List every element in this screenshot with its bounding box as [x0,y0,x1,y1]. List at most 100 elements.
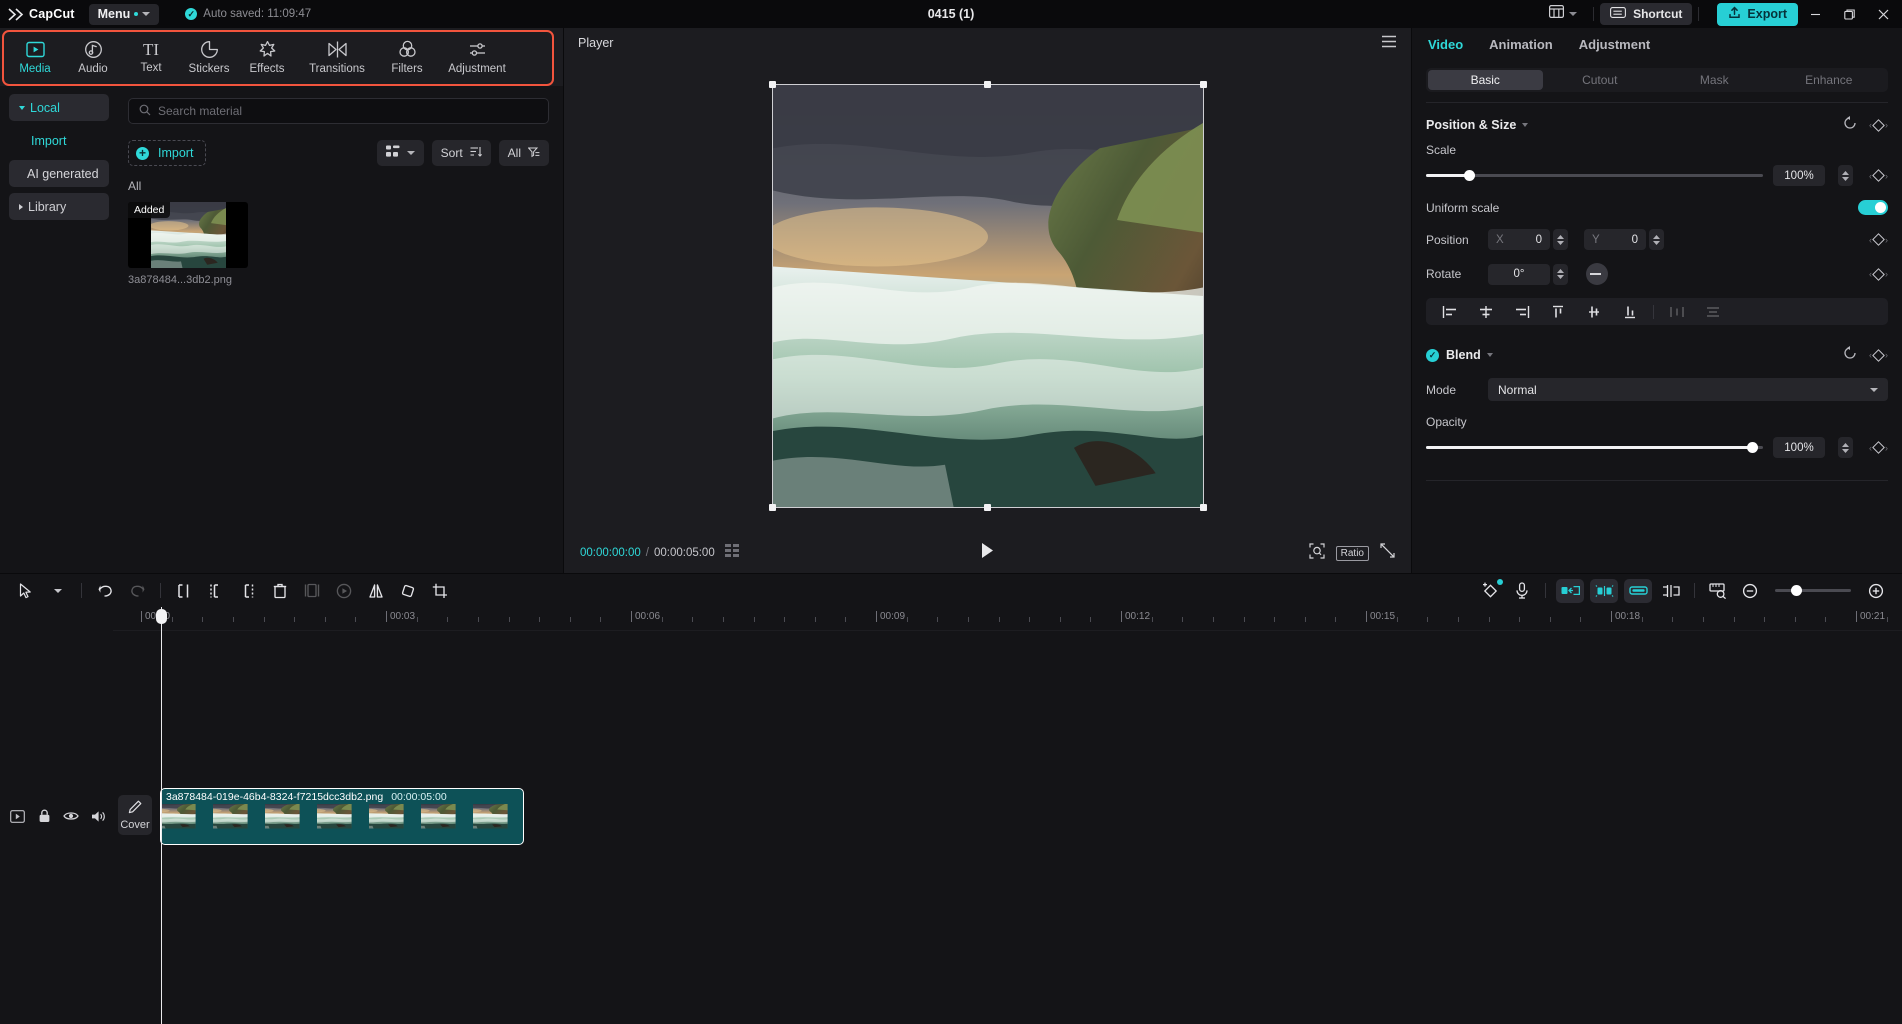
resize-handle-top-left[interactable] [768,80,776,88]
shortcut-button[interactable]: Shortcut [1600,3,1693,25]
resize-handle-bottom-center[interactable] [984,503,991,511]
tab-animation[interactable]: Animation [1489,37,1553,52]
nav-item-transitions[interactable]: Transitions [296,30,378,84]
preview-button[interactable] [328,577,360,605]
blend-checkbox[interactable]: ✓ [1426,348,1439,362]
sidebar-item-library[interactable]: Library [9,193,109,220]
split-right-button[interactable] [232,577,264,605]
keyframe-diamond-icon[interactable] [1872,441,1885,454]
rotate-button[interactable] [392,577,424,605]
rotate-dial[interactable] [1586,263,1608,285]
scale-value[interactable]: 100% [1773,165,1825,186]
position-x-stepper[interactable] [1553,229,1568,250]
blend-keyframe-control[interactable]: ‹ › [1869,348,1888,362]
rotate-stepper[interactable] [1553,263,1568,285]
keyframe-next-icon[interactable]: › [1885,443,1888,453]
nav-item-text[interactable]: TI Text [122,30,180,84]
media-card[interactable]: Added 3a878484...3db2.png [128,202,248,286]
track-mode-button[interactable] [8,807,26,825]
resize-handle-bottom-left[interactable] [768,503,776,511]
tool-dropdown-button[interactable] [42,577,74,605]
nav-item-media[interactable]: Media [6,30,64,84]
align-center-v-button[interactable] [1576,298,1612,325]
video-canvas[interactable] [772,84,1203,507]
visibility-button[interactable] [62,807,80,825]
keyframe-diamond-icon[interactable] [1872,118,1885,132]
segment-mask[interactable]: Mask [1657,70,1772,90]
sidebar-item-import[interactable]: Import [9,127,109,154]
export-button[interactable]: Export [1717,2,1798,26]
nav-item-filters[interactable]: Filters [378,30,436,84]
collapse-chevron-icon[interactable] [1486,353,1493,357]
media-thumbnail[interactable]: Added [128,202,248,268]
collapse-chevron-icon[interactable] [1522,123,1529,127]
split-left-button[interactable] [168,577,200,605]
filter-button[interactable]: All [498,140,549,166]
reset-button[interactable] [1843,345,1857,365]
freeze-frame-button[interactable] [296,577,328,605]
record-button[interactable] [1506,577,1538,605]
snap-button[interactable] [1702,577,1734,605]
search-input[interactable]: Search material [158,104,242,118]
uniform-scale-toggle[interactable] [1858,200,1888,215]
timeline-zoom-slider[interactable] [1775,585,1851,596]
nav-item-audio[interactable]: Audio [64,30,122,84]
keyframe-next-icon[interactable]: › [1885,235,1888,245]
zoom-out-button[interactable] [1734,577,1766,605]
opacity-slider[interactable] [1426,442,1763,453]
zoom-slider-knob[interactable] [1791,585,1802,596]
sort-button[interactable]: Sort [431,140,491,166]
reset-button[interactable] [1843,115,1857,135]
timeline-body[interactable]: 00:0000:0300:0600:0900:1200:1500:1800:21 [0,607,1902,1024]
play-button[interactable] [980,542,995,564]
segment-basic[interactable]: Basic [1428,70,1543,90]
rotate-keyframe-control[interactable]: ‹ › [1869,267,1888,281]
layout-button[interactable] [1539,5,1587,23]
opacity-stepper[interactable] [1838,437,1853,458]
keyframe-next-icon[interactable]: › [1885,350,1888,360]
resize-handle-top-right[interactable] [1199,80,1207,88]
lock-track-button[interactable] [35,807,53,825]
keyframe-diamond-icon[interactable] [1872,169,1885,182]
scale-slider-knob[interactable] [1464,170,1476,181]
player-menu-button[interactable] [1381,35,1397,51]
add-keyframe-button[interactable] [1474,577,1506,605]
nav-item-effects[interactable]: Effects [238,30,296,84]
nav-item-adjustment[interactable]: Adjustment [436,30,518,84]
opacity-value[interactable]: 100% [1773,437,1825,458]
keyframe-next-icon[interactable]: › [1885,171,1888,181]
mirror-button[interactable] [360,577,392,605]
search-bar[interactable]: Search material [128,98,549,124]
auto-cut-button[interactable] [1590,578,1618,603]
position-x-field[interactable]: X 0 [1488,229,1550,250]
timeline-clip[interactable]: 3a878484-019e-46b4-8324-f7215dcc3db2.png… [160,788,524,845]
redo-button[interactable] [121,577,153,605]
keyframe-next-icon[interactable]: › [1885,269,1888,279]
cover-button[interactable]: Cover [118,795,152,835]
scale-keyframe-control[interactable]: ‹ › [1869,169,1888,182]
playhead-grip[interactable] [156,609,167,624]
delete-button[interactable] [264,577,296,605]
scale-slider[interactable] [1426,170,1763,181]
select-tool-button[interactable] [10,577,42,605]
crop-button[interactable] [424,577,456,605]
opacity-slider-knob[interactable] [1747,442,1759,453]
keyframe-control[interactable]: ‹ › [1869,118,1888,132]
zoom-in-button[interactable] [1860,577,1892,605]
close-button[interactable] [1866,0,1900,28]
menu-button[interactable]: Menu [88,3,160,25]
keyframe-diamond-icon[interactable] [1872,348,1885,362]
link-clip-button[interactable] [1624,578,1652,603]
keyframe-diamond-icon[interactable] [1872,233,1885,246]
opacity-keyframe-control[interactable]: ‹ › [1869,441,1888,454]
detach-audio-button[interactable] [1655,577,1687,605]
sidebar-item-ai-generated[interactable]: AI generated [9,160,109,187]
rotate-field[interactable]: 0° [1488,263,1550,285]
tab-video[interactable]: Video [1428,37,1463,52]
keyframe-next-icon[interactable]: › [1885,120,1888,130]
undo-button[interactable] [89,577,121,605]
maximize-button[interactable] [1832,0,1866,28]
position-y-stepper[interactable] [1649,229,1664,250]
view-mode-button[interactable] [376,140,424,166]
import-button[interactable]: + Import [128,140,207,166]
